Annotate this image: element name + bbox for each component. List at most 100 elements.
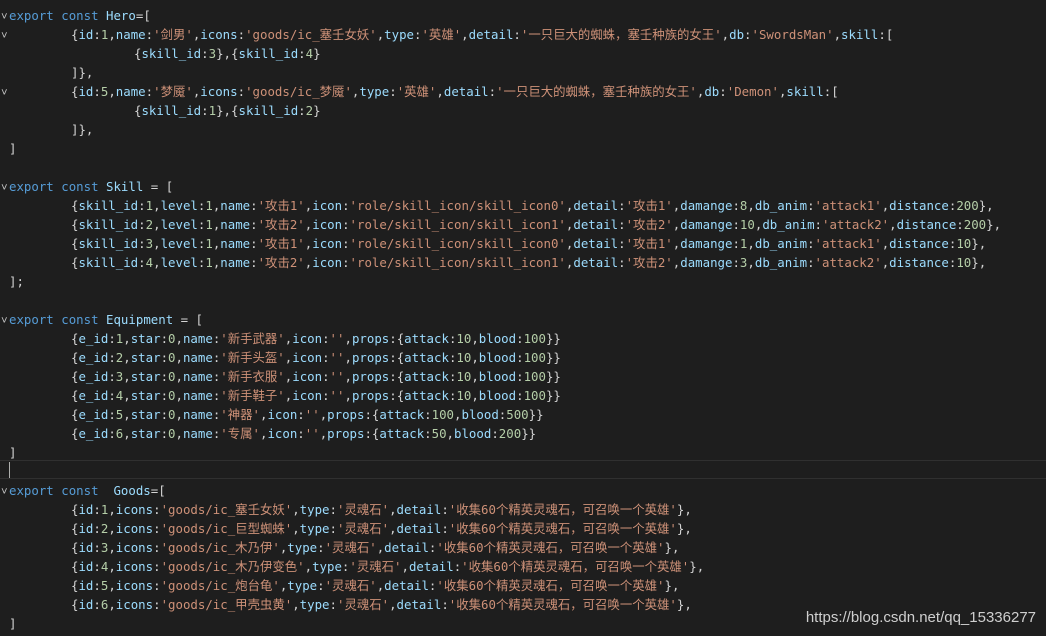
code-token: = [: [173, 312, 203, 327]
code-token: id: [78, 578, 94, 593]
code-token: :: [618, 217, 626, 232]
code-text: {skill_id:1},{skill_id:2}: [134, 101, 321, 120]
code-token: ,: [344, 388, 352, 403]
code-token: :: [732, 236, 740, 251]
code-token: name: [220, 217, 251, 232]
code-token: },: [978, 198, 994, 213]
code-token: '英雄': [396, 84, 437, 99]
code-token: db_anim: [754, 255, 808, 270]
code-token: level: [160, 236, 198, 251]
code-token: '英雄': [421, 27, 462, 42]
code-token: '攻击2': [625, 217, 673, 232]
code-token: '攻击1': [625, 236, 673, 251]
code-token: type: [299, 502, 330, 517]
code-editor[interactable]: ˅ export const Hero=[˅ {id:1,name:'剑男',ico…: [0, 0, 1046, 636]
code-token: name: [115, 84, 146, 99]
code-token: ,: [471, 369, 479, 384]
code-token: name: [182, 350, 213, 365]
code-token: icons: [115, 502, 154, 517]
code-text: {e_id:6,star:0,name:'专属',icon:'',props:{…: [71, 424, 536, 443]
code-token: name: [182, 369, 213, 384]
code-text: {id:6,icons:'goods/ic_甲壳虫黄',type:'灵魂石',d…: [71, 595, 692, 614]
fold-chevron-icon[interactable]: ˅: [1, 83, 8, 102]
code-token: 1: [205, 198, 213, 213]
code-token: :: [160, 407, 169, 422]
code-token: detail: [408, 559, 454, 574]
code-token: :: [237, 27, 246, 42]
code-token: '灵魂石': [349, 559, 402, 574]
code-token: :: [153, 559, 161, 574]
code-token: icons: [115, 559, 154, 574]
code-token: damange: [680, 217, 733, 232]
fold-chevron-icon[interactable]: ˅: [1, 26, 8, 45]
code-token: name: [115, 27, 146, 42]
code-token: id: [78, 559, 94, 574]
code-token: attack: [379, 407, 425, 422]
code-token: }}: [528, 407, 544, 422]
code-token: ,: [108, 84, 116, 99]
code-token: detail: [443, 84, 489, 99]
fold-chevron-icon[interactable]: ˅: [1, 311, 8, 330]
code-token: 200: [956, 198, 979, 213]
code-token: },: [689, 559, 705, 574]
code-token: 1: [208, 103, 217, 118]
code-token: id: [78, 27, 94, 42]
code-token: 1: [205, 236, 213, 251]
code-token: export: [9, 483, 54, 498]
code-text: {skill_id:3,level:1,name:'攻击1',icon:'rol…: [71, 234, 986, 253]
code-token: '新手鞋子': [220, 388, 285, 403]
code-token: :: [814, 217, 822, 232]
code-token: id: [78, 540, 94, 555]
code-token: ,: [292, 502, 300, 517]
fold-chevron-icon[interactable]: ˅: [1, 7, 8, 26]
code-token: :: [201, 46, 209, 61]
code-token: props: [351, 350, 390, 365]
code-token: attack: [379, 426, 425, 441]
code-token: '攻击2': [257, 255, 305, 270]
code-token: 10: [456, 350, 472, 365]
code-token: level: [160, 255, 198, 270]
code-token: :: [389, 84, 397, 99]
code-token: :: [250, 198, 258, 213]
code-token: e_id: [78, 331, 109, 346]
fold-chevron-icon[interactable]: ˅: [1, 178, 8, 197]
code-token: :: [250, 236, 258, 251]
code-token: ,: [108, 597, 116, 612]
code-token: name: [220, 198, 251, 213]
code-token: ,: [461, 27, 469, 42]
code-token: 'role/skill_icon/skill_icon0': [349, 198, 566, 213]
code-token: ,: [446, 426, 455, 441]
code-token: :: [93, 578, 101, 593]
fold-chevron-icon[interactable]: ˅: [1, 482, 8, 501]
code-token: },: [971, 236, 987, 251]
code-token: 10: [456, 331, 472, 346]
code-token: skill_id: [78, 255, 139, 270]
code-token: ,: [471, 350, 479, 365]
code-text: ]: [9, 443, 16, 462]
code-token: :: [516, 388, 524, 403]
code-token: icon: [292, 388, 323, 403]
code-token: detail: [396, 502, 442, 517]
code-token: skill_id: [238, 46, 299, 61]
code-token: '': [329, 350, 345, 365]
code-token: distance: [896, 217, 957, 232]
code-token: }}: [545, 331, 561, 346]
code-token: props: [351, 331, 390, 346]
code-text: {id:5,icons:'goods/ic_炮台龟',type:'灵魂石',de…: [71, 576, 679, 595]
code-text: {skill_id:4,level:1,name:'攻击2',icon:'rol…: [71, 253, 986, 272]
code-token: star: [130, 426, 161, 441]
code-token: 3: [145, 236, 154, 251]
code-token: 2: [145, 217, 154, 232]
code-token: ,: [153, 198, 161, 213]
code-token: ,: [889, 217, 897, 232]
code-token: ,: [175, 407, 183, 422]
code-token: '梦魇': [153, 84, 193, 99]
code-token: icon: [312, 236, 343, 251]
code-token: :{: [389, 369, 405, 384]
code-token: ,: [108, 559, 116, 574]
code-token: :: [342, 217, 350, 232]
code-token: ,: [389, 521, 397, 536]
code-token: const: [61, 483, 99, 498]
